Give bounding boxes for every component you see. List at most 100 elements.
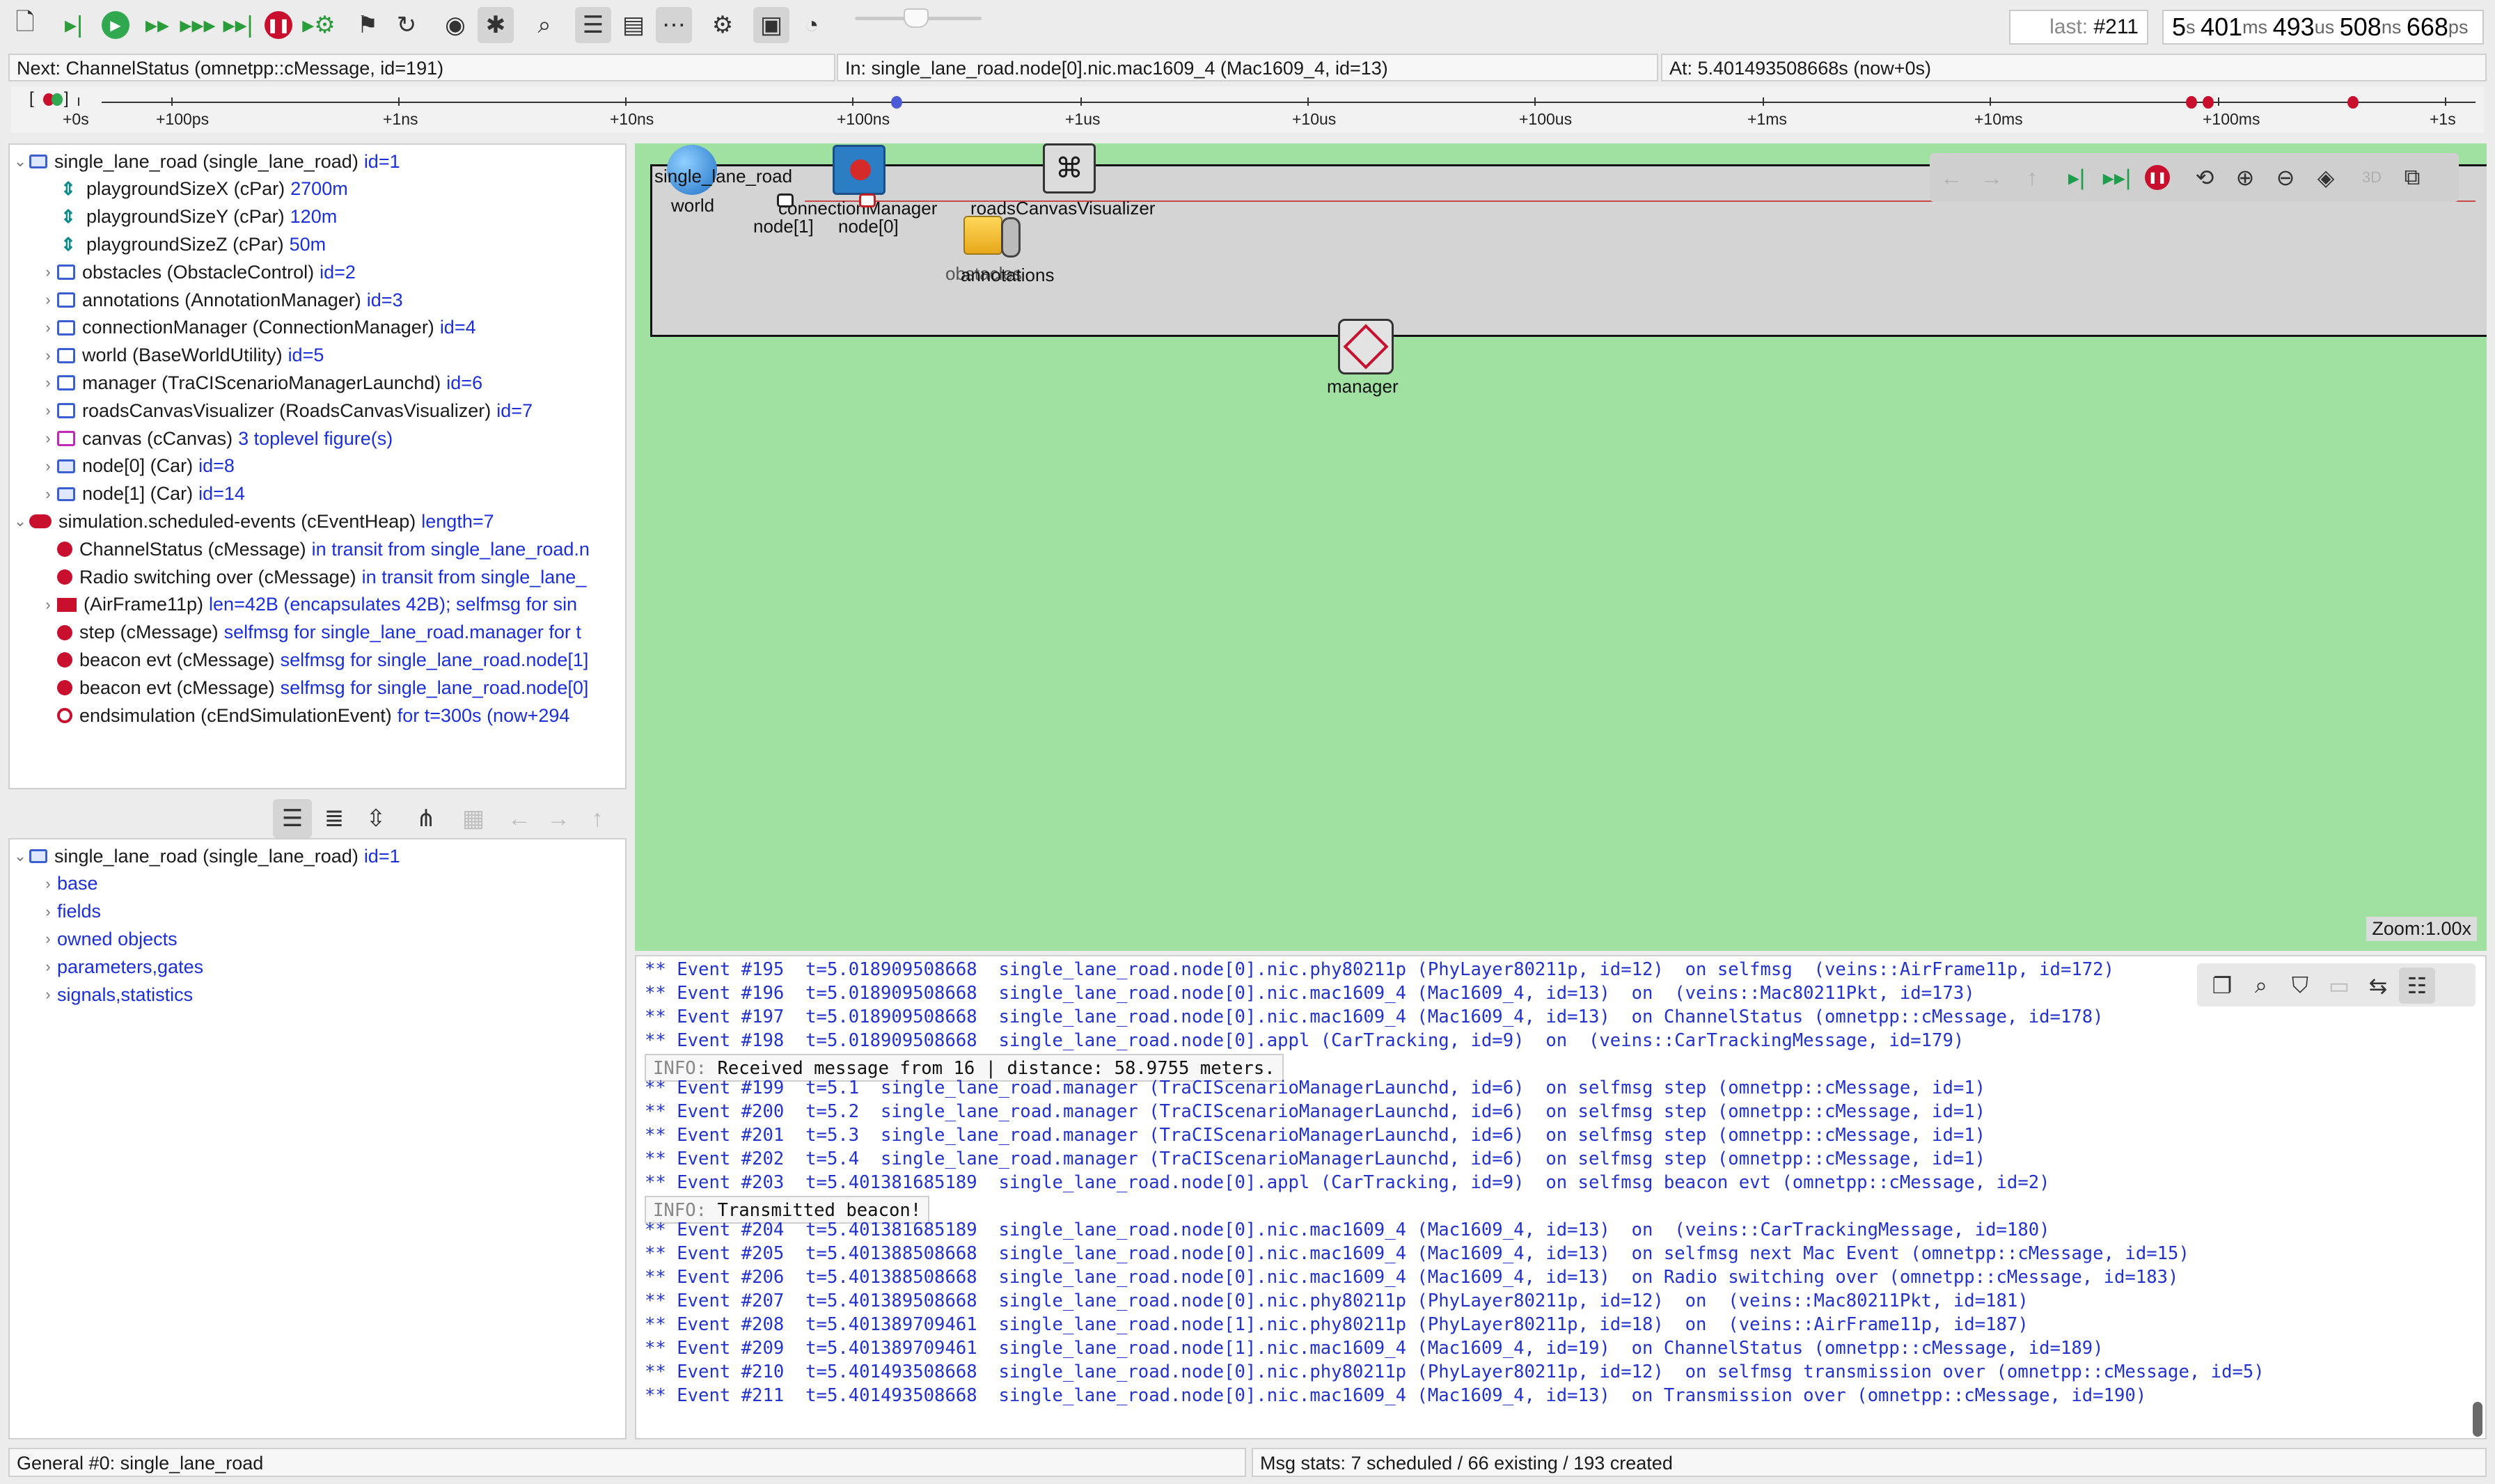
tree-item-root[interactable]: ⌄ single_lane_road (single_lane_road) id=1 [11,148,622,175]
log-scrollbar[interactable] [2473,1402,2482,1437]
tree-item-scheduled-event[interactable]: › (AirFrame11p) len=42B (encapsulates 42B)… [39,591,622,619]
puzzle-icon[interactable]: ⌘ [1043,143,1096,194]
tree-item-scheduled-event[interactable]: endsimulation (cEndSimulationEvent) for t… [39,702,622,729]
express-run-icon[interactable]: ▸▸▸ [180,7,216,43]
speed-gauge-icon[interactable]: ◔ [794,7,830,43]
tree-item[interactable]: › node[1] (Car) id=14 [39,480,622,508]
filter-icon[interactable]: ⛉ [2282,968,2318,1004]
collapse-chevron-icon[interactable]: › [39,485,57,503]
inspector-group[interactable]: › parameters,gates [39,953,624,981]
log-mode-icon[interactable]: ☷ [2399,968,2435,1004]
car-icon[interactable] [859,194,876,207]
network-canvas[interactable]: single_lane_road world connectionManager… [635,143,2487,951]
timeline-event-marker[interactable] [2347,96,2359,109]
debug-next-icon[interactable]: ▸⚙ [301,7,337,43]
expand-chevron-icon[interactable]: ⌄ [11,847,29,865]
collapse-chevron-icon[interactable]: › [39,319,57,337]
children-view-icon[interactable]: ⇳ [356,799,395,838]
step-icon[interactable]: ▸| [56,7,92,43]
debug-icon[interactable]: ✱ [478,7,514,43]
collapse-chevron-icon[interactable]: › [39,986,57,1004]
tree-item-scheduled-event[interactable]: step (cMessage) selfmsg for single_lane_r… [39,619,622,647]
timeline-event-marker[interactable] [891,96,902,109]
tree-item-event-heap[interactable]: ⌄ simulation.scheduled-events (cEventHeap… [11,507,622,535]
tree-item[interactable]: ⇕ playgroundSizeZ (cPar) 50m [39,230,622,258]
speed-slider-knob[interactable] [904,8,929,28]
grouped-view-icon[interactable]: ☰ [273,799,312,838]
tree-item[interactable]: ⇕ playgroundSizeX (cPar) 2700m [39,175,622,203]
module-label-manager[interactable]: manager [1327,376,1399,397]
inspector-group[interactable]: › base [39,870,624,898]
tree-item[interactable]: ⇕ playgroundSizeY (cPar) 120m [39,203,622,231]
run-until-icon[interactable]: ▸▸| [220,7,256,43]
tree-item-scheduled-event[interactable]: ChannelStatus (cMessage) in transit from … [39,535,622,563]
timeline-toggle-icon[interactable]: ⋯ [656,7,692,43]
find-icon[interactable]: ⌕ [526,7,562,43]
stop-icon[interactable]: ❚❚ [260,7,297,43]
inspector-group[interactable]: › owned objects [39,925,624,953]
zoom-out-icon[interactable]: ⊖ [2268,160,2303,195]
tree-item[interactable]: › canvas (cCanvas) 3 toplevel figure(s) [39,425,622,452]
module-label-node1[interactable]: node[1] [753,216,814,237]
event-log-panel[interactable]: ** Event #195 t=5.018909508668 single_la… [635,955,2487,1439]
collapse-chevron-icon[interactable]: › [39,429,57,448]
layers-icon[interactable]: ◈ [2308,160,2343,195]
tree-item-scheduled-event[interactable]: Radio switching over (cMessage) in transi… [39,563,622,591]
timeline-event-marker[interactable] [2186,96,2197,109]
zoom-in-icon[interactable]: ⊕ [2228,160,2262,195]
settings-icon[interactable]: ⚙ [705,7,741,43]
collapse-chevron-icon[interactable]: › [39,875,57,893]
video-icon[interactable]: ▣ [753,7,789,43]
find-in-log-icon[interactable]: ⌕ [2243,968,2279,1004]
collapse-chevron-icon[interactable]: › [39,402,57,420]
tree-item[interactable]: › annotations (AnnotationManager) id=3 [39,286,622,314]
tree-item[interactable]: › connectionManager (ConnectionManager) id… [39,314,622,342]
relayout-icon[interactable]: ⟲ [2187,160,2222,195]
step-into-icon[interactable]: ▸| [2059,160,2094,195]
collapse-chevron-icon[interactable]: › [39,263,57,281]
inspector-group[interactable]: › fields [39,898,624,926]
rebuild-icon[interactable]: ↻ [388,7,425,43]
stop-module-icon[interactable]: ❚❚ [2140,160,2175,195]
run-module-icon[interactable]: ▸▸| [2100,160,2134,195]
manager-icon[interactable] [1338,319,1394,374]
event-timeline[interactable]: [ ] +0s +100ps +1ns +10ns +100ns +1us +10us +10… [11,86,2484,132]
collapse-chevron-icon[interactable]: › [39,596,57,614]
run-icon[interactable]: ▶ [97,7,134,43]
new-file-icon[interactable]: 🗋 [7,7,43,43]
tree-item[interactable]: › roadsCanvasVisualizer (RoadsCanvasVisua… [39,397,622,425]
tree-item-scheduled-event[interactable]: beacon evt (cMessage) selfmsg for single_… [39,674,622,702]
split-view-icon[interactable]: ▤ [615,7,652,43]
finish-flag-icon[interactable]: ⚑ [349,7,386,43]
tree-item[interactable]: › obstacles (ObstacleControl) id=2 [39,258,622,286]
expand-chevron-icon[interactable]: ⌄ [11,152,29,171]
collapse-chevron-icon[interactable]: › [39,291,57,309]
module-label-annotations[interactable]: annotations [961,265,1054,286]
obstacle-icon[interactable] [963,216,1002,255]
tree-item[interactable]: › node[0] (Car) id=8 [39,452,622,480]
expand-chevron-icon[interactable]: ⌄ [11,512,29,530]
flat-view-icon[interactable]: ≣ [315,799,354,838]
layout-options-icon[interactable]: ⧉ [2395,160,2430,195]
fast-run-icon[interactable]: ▸▸ [139,7,175,43]
module-label-world[interactable]: world [671,195,714,216]
timeline-event-marker[interactable] [2203,96,2214,109]
collapse-chevron-icon[interactable]: › [39,457,57,475]
tree-item[interactable]: › manager (TraCIScenarioManagerLaunchd) id… [39,369,622,397]
annotation-icon[interactable] [1001,217,1021,258]
collapse-chevron-icon[interactable]: › [39,374,57,392]
record-icon[interactable]: ◉ [437,7,473,43]
copy-icon[interactable]: ❐ [2204,968,2240,1004]
tree-view-icon[interactable]: ☰ [575,7,611,43]
inspector-group[interactable]: › signals,statistics [39,981,624,1009]
collapse-chevron-icon[interactable]: › [39,958,57,976]
module-label-node0[interactable]: node[0] [838,216,899,237]
messages-mode-icon[interactable]: ⇆ [2360,968,2396,1004]
car-icon[interactable] [777,194,794,207]
network-hub-icon[interactable] [833,145,886,195]
collapse-chevron-icon[interactable]: › [39,903,57,921]
tree-item-scheduled-event[interactable]: beacon evt (cMessage) selfmsg for single_… [39,646,622,674]
inspector-root[interactable]: ⌄ single_lane_road (single_lane_road) id=1 [11,842,624,870]
tree-item[interactable]: › world (BaseWorldUtility) id=5 [39,342,622,370]
collapse-chevron-icon[interactable]: › [39,930,57,948]
